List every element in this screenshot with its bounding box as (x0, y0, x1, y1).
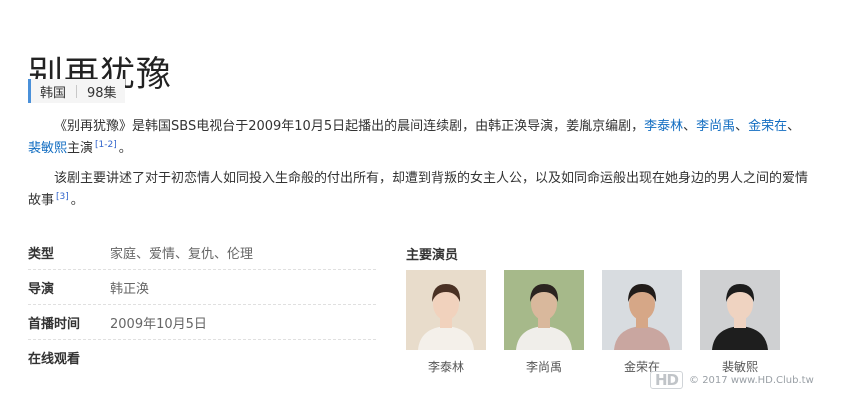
reference-link[interactable]: [3] (56, 192, 69, 202)
plot-paragraph: 该剧主要讲述了对于初恋情人如同投入生命般的付出所有，却遭到背叛的女主人公，以及如… (28, 168, 813, 212)
cast-card[interactable]: 李泰林 (406, 270, 486, 375)
summary-end: 。 (118, 141, 132, 156)
portrait-icon (504, 270, 584, 350)
info-label: 类型 (28, 246, 55, 262)
summary-paragraph: 《别再犹豫》是韩国SBS电视台于2009年10月5日起播出的晨间连续剧，由韩正涣… (28, 116, 813, 160)
plot-text: 该剧主要讲述了对于初恋情人如同投入生命般的付出所有，却遭到背叛的女主人公，以及如… (28, 171, 809, 208)
summary-suffix: 主演 (67, 141, 94, 156)
info-value: 家庭、爱情、复仇、伦理 (110, 246, 254, 262)
actor-photo[interactable] (602, 270, 682, 350)
info-table: 类型 家庭、爱情、复仇、伦理 导演 韩正涣 首播时间 2009年10月5日 在线… (28, 235, 376, 374)
info-label: 首播时间 (28, 316, 81, 332)
portrait-icon (602, 270, 682, 350)
actor-link-3[interactable]: 金荣在 (748, 119, 787, 134)
actor-name[interactable]: 李泰林 (406, 358, 486, 375)
info-label: 导演 (28, 281, 55, 297)
cast-section-title: 主要演员 (406, 248, 459, 263)
cast-card[interactable]: 李尚禹 (504, 270, 584, 375)
reference-link[interactable]: [1-2] (95, 140, 117, 150)
info-row-director: 导演 韩正涣 (28, 270, 376, 305)
actor-photo[interactable] (504, 270, 584, 350)
meta-bar: 韩国 98集 (28, 79, 125, 103)
info-value: 2009年10月5日 (110, 316, 207, 332)
info-row-genre: 类型 家庭、爱情、复仇、伦理 (28, 235, 376, 270)
info-row-premiere: 首播时间 2009年10月5日 (28, 305, 376, 340)
cast-card[interactable]: 金荣在 (602, 270, 682, 375)
separator: 、 (787, 119, 801, 134)
info-value: 韩正涣 (110, 281, 150, 297)
separator: 、 (683, 119, 697, 134)
plot-end: 。 (70, 193, 84, 208)
episodes-label: 98集 (87, 85, 117, 101)
meta-divider (76, 84, 78, 98)
summary-intro: 《别再犹豫》是韩国SBS电视台于2009年10月5日起播出的晨间连续剧，由韩正涣… (54, 119, 645, 134)
separator: 、 (735, 119, 749, 134)
actor-link-4[interactable]: 裴敏熙 (28, 141, 67, 156)
watermark-text: © 2017 www.HD.Club.tw (689, 374, 814, 386)
portrait-icon (406, 270, 486, 350)
actor-photo[interactable] (406, 270, 486, 350)
country-label: 韩国 (40, 85, 67, 101)
watermark-logo: HD (650, 371, 684, 389)
actor-link-2[interactable]: 李尚禹 (696, 119, 735, 134)
actor-link-1[interactable]: 李泰林 (644, 119, 683, 134)
actor-photo[interactable] (700, 270, 780, 350)
cast-list: 李泰林 李尚禹 金荣在 裴敏熙 (406, 270, 798, 375)
info-row-watch-online: 在线观看 (28, 340, 376, 374)
actor-name[interactable]: 李尚禹 (504, 358, 584, 375)
portrait-icon (700, 270, 780, 350)
cast-card[interactable]: 裴敏熙 (700, 270, 780, 375)
info-label: 在线观看 (28, 351, 81, 367)
watermark: HD © 2017 www.HD.Club.tw (650, 370, 814, 390)
